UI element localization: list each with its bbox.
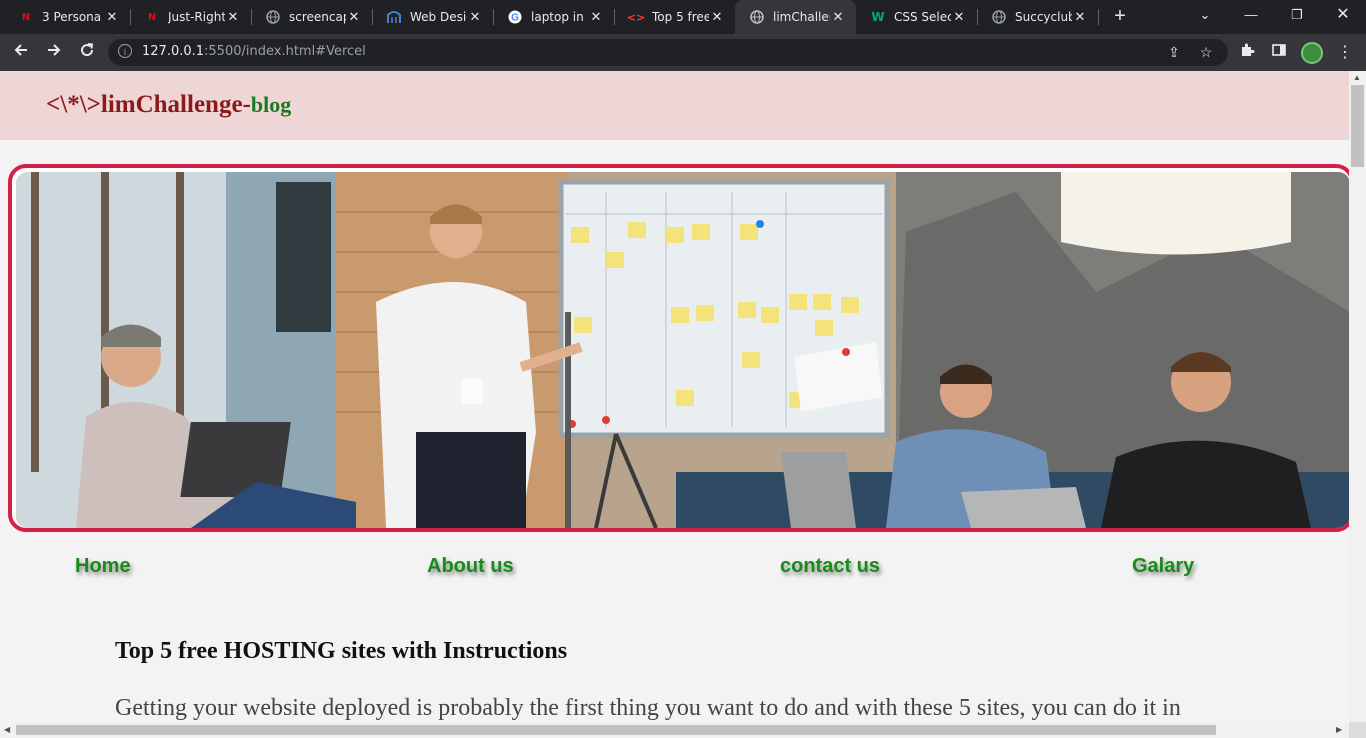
scroll-left-arrow-icon[interactable]: ◀ (4, 725, 10, 734)
w3schools-icon: W (871, 10, 885, 24)
forward-button[interactable] (41, 40, 67, 66)
close-window-button[interactable]: ✕ (1320, 0, 1366, 30)
back-button[interactable] (8, 40, 34, 66)
tab-search-button[interactable]: ⌄ (1182, 0, 1228, 30)
globe-icon (991, 9, 1007, 25)
horizontal-scroll-thumb[interactable] (16, 725, 1216, 735)
url-path: :5500/index.html#Vercel (204, 44, 366, 59)
tab-7-active[interactable]: limChallen ✕ (735, 0, 856, 34)
nav-about-us[interactable]: About us (427, 555, 514, 578)
close-icon[interactable]: ✕ (346, 10, 362, 25)
address-bar[interactable]: i 127.0.0.1:5500/index.html#Vercel ⇪ ☆ (108, 39, 1228, 66)
close-icon[interactable]: ✕ (951, 10, 967, 25)
site-icon (386, 9, 402, 25)
globe-icon (749, 9, 765, 25)
scrollbar-corner (1349, 722, 1366, 738)
brand-suffix: blog (250, 92, 292, 117)
globe-icon (265, 9, 281, 25)
netflix-icon: N (21, 11, 31, 23)
share-icon[interactable]: ⇪ (1164, 42, 1184, 62)
site-nav: Home About us contact us Galary (0, 551, 1349, 581)
tab-label: 3 Persona (42, 10, 102, 24)
bookmark-star-icon[interactable]: ☆ (1196, 42, 1216, 62)
browser-toolbar: i 127.0.0.1:5500/index.html#Vercel ⇪ ☆ ⋮ (0, 34, 1366, 71)
nav-contact-us[interactable]: contact us (780, 555, 880, 578)
tab-1[interactable]: N 3 Persona ✕ (4, 0, 130, 34)
close-icon[interactable]: ✕ (709, 10, 725, 25)
reload-button[interactable] (74, 40, 100, 66)
scroll-right-arrow-icon[interactable]: ▶ (1336, 725, 1342, 734)
tab-8[interactable]: W CSS Select ✕ (856, 0, 977, 34)
close-icon[interactable]: ✕ (225, 10, 241, 25)
tab-label: Web Desig (410, 10, 467, 24)
netflix-icon: N (147, 11, 157, 23)
tab-label: Just-Right (168, 10, 225, 24)
tab-label: screencapt (289, 10, 346, 24)
tab-3[interactable]: screencapt ✕ (251, 0, 372, 34)
tab-separator (1098, 9, 1099, 25)
vertical-scrollbar[interactable]: ▲ (1349, 71, 1366, 722)
nav-galary[interactable]: Galary (1132, 555, 1194, 578)
article-paragraph: Getting your website deployed is probabl… (115, 695, 1181, 721)
site-info-icon[interactable]: i (118, 44, 132, 58)
nav-home[interactable]: Home (75, 555, 131, 578)
extensions-icon[interactable] (1234, 40, 1260, 66)
tab-4[interactable]: Web Desig ✕ (372, 0, 493, 34)
url-host: 127.0.0.1 (142, 44, 205, 59)
brand-main: <\*\>limChallenge- (46, 91, 251, 118)
team-meeting-illustration (16, 172, 1349, 528)
site-header: <\*\>limChallenge-blog (0, 71, 1349, 140)
tab-label: laptop in a (531, 10, 588, 24)
address-url: 127.0.0.1:5500/index.html#Vercel (142, 44, 366, 59)
close-icon[interactable]: ✕ (467, 10, 483, 25)
back-arrow-icon (14, 44, 27, 56)
forward-arrow-icon (48, 44, 61, 56)
tab-label: limChallen (773, 10, 830, 24)
menu-kebab-icon[interactable]: ⋮ (1332, 40, 1358, 66)
scroll-up-arrow-icon[interactable]: ▲ (1353, 73, 1361, 82)
hero-image (16, 172, 1349, 528)
code-icon: <> (626, 10, 646, 24)
article-title: Top 5 free HOSTING sites with Instructio… (115, 638, 568, 664)
side-panel-icon[interactable] (1266, 40, 1292, 66)
browser-tab-bar: N 3 Persona ✕ N Just-Right ✕ screencapt … (0, 0, 1366, 34)
tab-label: Top 5 free (652, 10, 709, 24)
tab-9[interactable]: Succyclub ✕ (977, 0, 1098, 34)
reload-icon (81, 43, 94, 57)
tab-5[interactable]: G laptop in a ✕ (493, 0, 614, 34)
minimize-button[interactable]: — (1228, 0, 1274, 30)
site-brand[interactable]: <\*\>limChallenge-blog (46, 91, 291, 119)
close-icon[interactable]: ✕ (830, 10, 846, 25)
close-icon[interactable]: ✕ (588, 10, 604, 25)
tab-label: Succyclub (1015, 10, 1072, 24)
hero-frame (8, 164, 1349, 532)
close-icon[interactable]: ✕ (1072, 10, 1088, 25)
google-icon: G (507, 9, 523, 25)
tab-2[interactable]: N Just-Right ✕ (130, 0, 251, 34)
page-viewport: <\*\>limChallenge-blog Home About us con… (0, 71, 1349, 722)
vertical-scroll-thumb[interactable] (1351, 85, 1364, 167)
maximize-button[interactable]: ❐ (1274, 0, 1320, 30)
tab-label: CSS Select (894, 10, 951, 24)
new-tab-button[interactable]: + (1108, 4, 1132, 28)
tab-6[interactable]: <> Top 5 free ✕ (614, 0, 735, 34)
horizontal-scrollbar[interactable]: ◀ ▶ (0, 722, 1349, 738)
profile-avatar[interactable] (1301, 42, 1323, 64)
svg-text:G: G (511, 13, 519, 24)
close-icon[interactable]: ✕ (104, 10, 120, 25)
